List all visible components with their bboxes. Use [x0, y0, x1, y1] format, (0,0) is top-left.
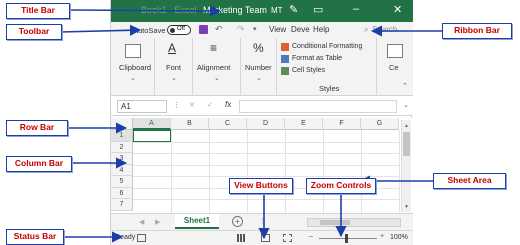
- title-bar-arrow: [69, 5, 222, 17]
- zoom-controls-callout: Zoom Controls: [306, 178, 376, 194]
- row-bar-callout: Row Bar: [6, 120, 68, 136]
- title-bar-callout: Title Bar: [6, 3, 70, 19]
- column-bar-callout: Column Bar: [6, 156, 72, 172]
- status-bar-callout: Status Bar: [6, 229, 64, 245]
- view-buttons-callout: View Buttons: [229, 178, 293, 194]
- toolbar-arrow: [59, 24, 142, 36]
- sheet-area-callout: Sheet Area: [433, 173, 506, 189]
- toolbar-callout: Toolbar: [6, 24, 62, 40]
- ribbon-bar-callout: Ribbon Bar: [442, 23, 512, 39]
